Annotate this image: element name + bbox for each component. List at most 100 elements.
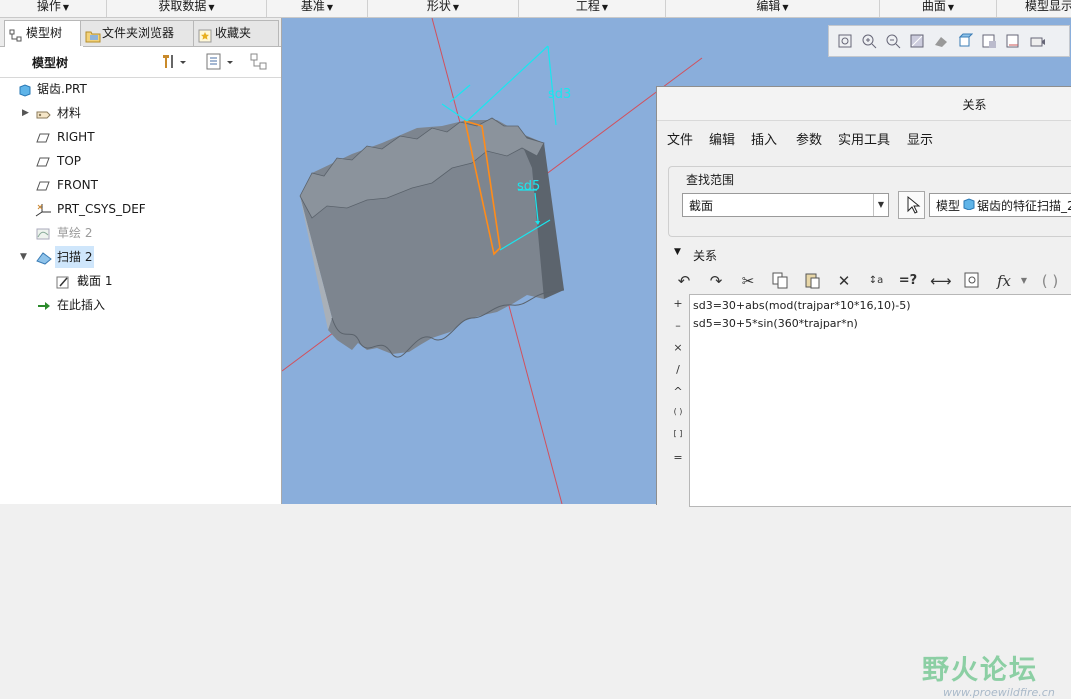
local-parameters-icon[interactable]: ⟷ [930, 271, 952, 291]
collapse-arrow-icon[interactable]: ▼ [20, 246, 30, 268]
model-tree-title: 模型树 [32, 56, 69, 70]
dim-line [449, 84, 471, 103]
ribbon-group-label: 获取数据 [158, 0, 207, 13]
tree-filter-icon[interactable] [249, 52, 269, 72]
tab-folder-browser[interactable]: 文件夹浏览器 [80, 20, 196, 46]
tab-model-tree[interactable]: 模型树 [4, 20, 84, 47]
model-field[interactable]: 模型 锯齿的特征扫描_2 [929, 193, 1071, 217]
select-pointer-button[interactable] [898, 191, 925, 219]
undo-icon[interactable]: ↶ [674, 271, 694, 291]
parentheses-icon[interactable]: ( ) [1040, 271, 1060, 291]
chevron-down-icon: ▼ [947, 3, 955, 12]
chevron-down-icon: ▼ [326, 3, 334, 12]
sort-relations-icon[interactable]: ↕a [866, 271, 886, 291]
favorites-icon [198, 27, 212, 42]
sketch-icon [36, 226, 50, 240]
ribbon-group-get-data[interactable]: 获取数据 ▼ [107, 0, 267, 17]
operator-power[interactable]: ^ [671, 385, 685, 398]
ribbon-group-label: 工程 [575, 0, 600, 13]
delete-icon[interactable]: ✕ [834, 271, 854, 291]
relations-editor[interactable]: sd3=30+abs(mod(trajpar*10*16,10)-5) sd5=… [689, 294, 1071, 699]
dialog-titlebar[interactable]: 关系 [657, 87, 1071, 121]
ribbon-group-editing[interactable]: 编辑 ▼ [666, 0, 880, 17]
chevron-down-icon: ▼ [208, 3, 215, 12]
operator-plus[interactable]: + [671, 297, 685, 310]
repaint-icon[interactable] [909, 33, 925, 49]
tree-item-label: TOP [57, 154, 82, 168]
view-toolbar [828, 25, 1070, 57]
ribbon-group-engineering[interactable]: 工程 ▼ [519, 0, 666, 17]
zoom-in-icon[interactable] [861, 33, 877, 49]
look-in-value: 截面 [689, 199, 714, 213]
dim-leader-line [466, 45, 549, 122]
tree-item-label: RIGHT [57, 130, 95, 144]
model-tree-header: 模型树 [0, 47, 281, 78]
menu-parameters[interactable]: 参数 [796, 129, 822, 148]
display-style-icon[interactable] [933, 33, 949, 49]
dimension-sd3-label[interactable]: sd3 [548, 87, 571, 102]
operator-equals[interactable]: = [671, 451, 685, 464]
collapse-section-icon[interactable]: ▼ [674, 247, 681, 257]
operator-brackets[interactable]: [ ] [671, 429, 685, 438]
ribbon-group-label: 基准 [300, 0, 325, 13]
ribbon-group-label: 曲面 [921, 0, 946, 13]
ribbon-group-model-display[interactable]: 模型显示 [997, 0, 1071, 17]
menu-utilities[interactable]: 实用工具 [838, 129, 890, 148]
tab-favorites[interactable]: 收藏夹 [193, 20, 279, 46]
chevron-down-icon[interactable]: ▼ [873, 194, 888, 216]
copy-icon[interactable] [770, 271, 790, 291]
menu-insert[interactable]: 插入 [751, 129, 777, 148]
tree-item-label: FRONT [57, 178, 98, 192]
menu-show[interactable]: 显示 [907, 129, 933, 148]
verify-icon[interactable] [962, 271, 982, 291]
operator-parentheses[interactable]: ( ) [671, 407, 685, 416]
csys-icon [35, 202, 51, 217]
zoom-out-icon[interactable] [885, 33, 901, 49]
model-label: 模型 [936, 199, 961, 213]
relation-line[interactable]: sd3=30+abs(mod(trajpar*10*16,10)-5) [693, 299, 911, 312]
relation-line[interactable]: sd5=30+5*sin(360*trajpar*n) [693, 317, 858, 330]
menu-edit[interactable]: 编辑 [709, 129, 735, 148]
tab-label: 文件夹浏览器 [102, 26, 175, 40]
dimension-sd5-label[interactable]: sd5 [517, 179, 540, 194]
operator-multiply[interactable]: × [671, 341, 685, 354]
chevron-down-icon: ▼ [62, 3, 70, 12]
paste-icon[interactable] [802, 271, 822, 291]
datum-plane-icon [36, 178, 50, 192]
tab-label: 收藏夹 [215, 26, 252, 40]
evaluate-icon[interactable]: =? [898, 271, 918, 291]
relations-toolbar: ↶ ↷ ✂ ✕ ↕a =? ⟷ fx ▼ ( ) [657, 268, 1071, 294]
look-in-select[interactable]: 截面 ▼ [682, 193, 889, 217]
redo-icon[interactable]: ↷ [706, 271, 726, 291]
relations-dialog: 关系 文件 编辑 插入 参数 实用工具 显示 查找范围 截面 ▼ 模型 锯齿的特… [656, 86, 1071, 699]
view-manager-icon[interactable] [981, 33, 997, 49]
ribbon-group-operations[interactable]: 操作 ▼ [0, 0, 107, 17]
tree-settings-icon[interactable] [160, 52, 188, 72]
tree-item-label: 在此插入 [57, 298, 106, 312]
operator-divide[interactable]: / [671, 363, 685, 376]
refit-icon[interactable] [837, 33, 853, 49]
dim-leader-line [441, 103, 468, 122]
ribbon-group-label: 操作 [36, 0, 61, 13]
chevron-down-icon[interactable]: ▼ [1014, 271, 1034, 291]
spin-center-icon[interactable] [1029, 33, 1045, 49]
perspective-view-icon[interactable] [1005, 33, 1021, 49]
menu-file[interactable]: 文件 [667, 129, 693, 148]
chevron-down-icon: ▼ [452, 3, 460, 12]
cut-icon[interactable]: ✂ [738, 271, 758, 291]
dialog-menubar: 文件 编辑 插入 参数 实用工具 显示 [657, 121, 1071, 151]
ribbon-group-label: 编辑 [756, 0, 781, 13]
ribbon-group-shapes[interactable]: 形状 ▼ [368, 0, 519, 17]
operator-minus[interactable]: – [671, 319, 685, 332]
saved-orientations-icon[interactable] [957, 33, 974, 49]
sweep-icon [36, 250, 52, 265]
model-value: 锯齿的特征扫描_2 [977, 199, 1071, 213]
insert-function-icon[interactable]: fx [994, 271, 1014, 291]
show-options-icon[interactable] [205, 52, 235, 72]
ribbon-group-surfaces[interactable]: 曲面 ▼ [880, 0, 997, 17]
datum-plane-icon [36, 154, 50, 168]
ribbon-group-datum[interactable]: 基准 ▼ [267, 0, 368, 17]
material-icon [36, 106, 51, 120]
expand-arrow-icon[interactable]: ▶ [22, 102, 32, 124]
model-tree-icon [9, 27, 23, 41]
